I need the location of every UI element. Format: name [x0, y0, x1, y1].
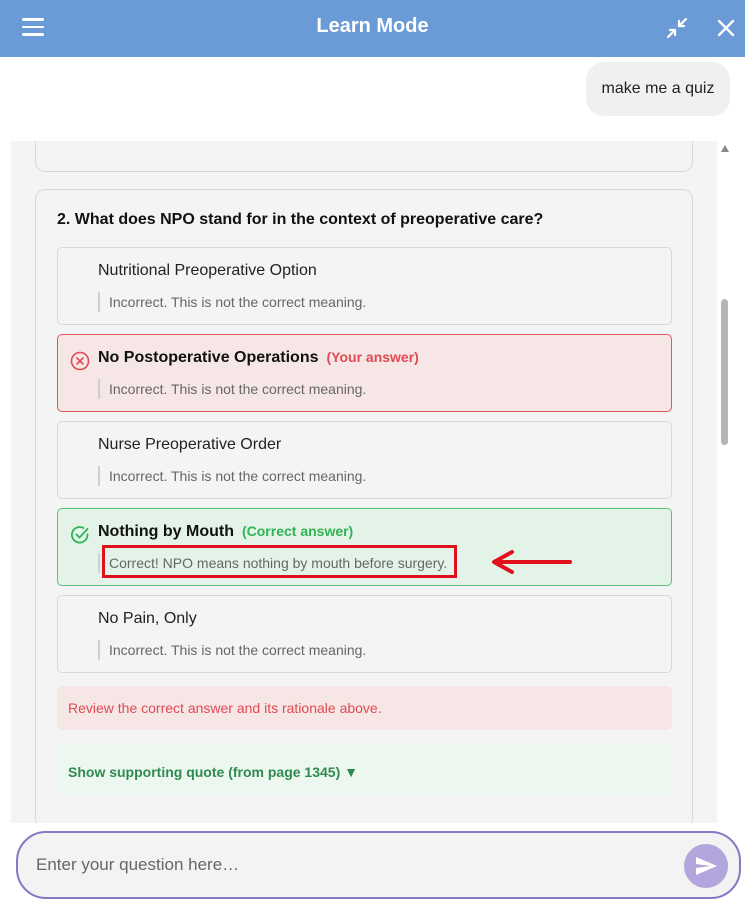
collapse-arrows-icon[interactable]	[665, 16, 689, 40]
scrollbar-track[interactable]	[717, 141, 733, 823]
user-message-bubble: make me a quiz	[586, 62, 730, 116]
correct-answer-tag: (Correct answer)	[241, 523, 354, 539]
supporting-quote-toggle[interactable]: Show supporting quote (from page 1345) ▼	[57, 744, 672, 796]
review-message: Review the correct answer and its ration…	[68, 700, 382, 716]
scroll-up-arrow-icon[interactable]	[721, 145, 729, 152]
option-label: No Postoperative Operations (Your answer)	[98, 349, 419, 366]
option-5[interactable]: No Pain, Only Incorrect. This is not the…	[57, 595, 672, 673]
option-4-correct-answer[interactable]: Nothing by Mouth (Correct answer) Correct…	[57, 508, 672, 586]
option-3[interactable]: Nurse Preoperative Order Incorrect. This…	[57, 421, 672, 499]
supporting-quote-label: Show supporting quote (from page 1345) ▼	[68, 764, 358, 780]
option-label: Nurse Preoperative Order	[98, 436, 282, 453]
option-1[interactable]: Nutritional Preoperative Option Incorrec…	[57, 247, 672, 325]
question-card: 2. What does NPO stand for in the contex…	[35, 189, 693, 823]
your-answer-tag: (Your answer)	[326, 349, 419, 365]
question-input[interactable]	[36, 851, 656, 879]
x-circle-icon	[70, 351, 90, 371]
quiz-scroll-panel[interactable]: 2. What does NPO stand for in the contex…	[11, 141, 717, 823]
scrollbar-thumb[interactable]	[721, 299, 728, 445]
option-label: Nothing by Mouth (Correct answer)	[98, 523, 354, 540]
option-rationale: Incorrect. This is not the correct meani…	[98, 466, 366, 486]
option-rationale: Incorrect. This is not the correct meani…	[98, 379, 366, 399]
review-message-box: Review the correct answer and its ration…	[57, 686, 672, 730]
header-bar: Learn Mode	[0, 0, 745, 57]
send-button[interactable]	[684, 844, 728, 888]
paper-plane-icon	[696, 857, 717, 875]
header-title: Learn Mode	[316, 15, 429, 37]
option-rationale: Incorrect. This is not the correct meani…	[98, 292, 366, 312]
check-circle-icon	[71, 526, 89, 544]
previous-question-card	[35, 141, 693, 172]
question-input-bar	[16, 831, 741, 899]
option-label: No Pain, Only	[98, 610, 197, 627]
option-rationale: Incorrect. This is not the correct meani…	[98, 640, 366, 660]
red-arrow-icon	[492, 550, 572, 574]
annotation-highlight-box	[102, 545, 457, 578]
close-icon[interactable]	[714, 16, 738, 40]
option-label: Nutritional Preoperative Option	[98, 262, 317, 279]
question-text: 2. What does NPO stand for in the contex…	[57, 211, 544, 228]
option-2-your-answer[interactable]: No Postoperative Operations (Your answer)…	[57, 334, 672, 412]
